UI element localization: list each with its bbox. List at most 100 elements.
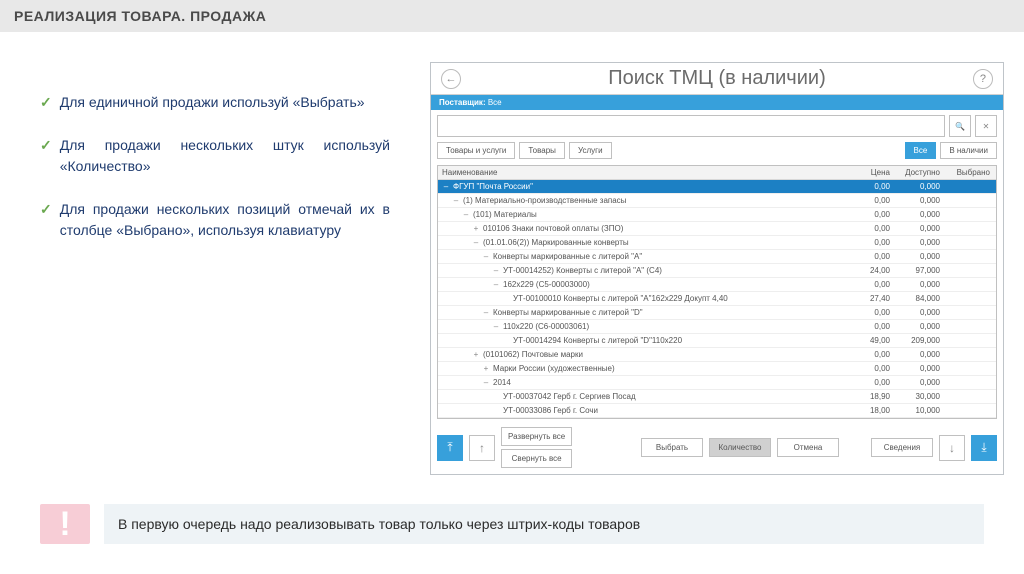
tree-toggle-icon[interactable]: – bbox=[492, 322, 500, 331]
supplier-bar: Поставщик: Все bbox=[431, 95, 1003, 110]
back-button[interactable]: ← bbox=[441, 69, 461, 89]
tree-toggle-icon[interactable]: – bbox=[442, 182, 450, 191]
check-icon: ✓ bbox=[40, 135, 52, 177]
row-available: 0,000 bbox=[896, 306, 946, 319]
row-name: ФГУП "Почта России" bbox=[453, 182, 533, 191]
check-icon: ✓ bbox=[40, 199, 52, 241]
row-price: 0,00 bbox=[846, 250, 896, 263]
nav-bottom-icon[interactable]: ⤓ bbox=[971, 435, 997, 461]
table-row[interactable]: –УТ-00014252) Конверты с литерой "A" (C4… bbox=[438, 264, 996, 278]
row-name: 162x229 (C5-00003000) bbox=[503, 280, 590, 289]
slide-title: РЕАЛИЗАЦИЯ ТОВАРА. ПРОДАЖА bbox=[0, 0, 1024, 32]
search-input[interactable] bbox=[437, 115, 945, 137]
tree-toggle-icon[interactable]: – bbox=[462, 210, 470, 219]
row-available: 0,000 bbox=[896, 194, 946, 207]
tree-toggle-icon[interactable]: – bbox=[472, 238, 480, 247]
quantity-button[interactable]: Количество bbox=[709, 438, 771, 457]
supplier-value: Все bbox=[488, 98, 502, 107]
row-available: 0,000 bbox=[896, 348, 946, 361]
nav-down-icon[interactable]: ↓ bbox=[939, 435, 965, 461]
table-row[interactable]: –162x229 (C5-00003000)0,000,000 bbox=[438, 278, 996, 292]
tab-services[interactable]: Услуги bbox=[569, 142, 612, 159]
row-available: 0,000 bbox=[896, 250, 946, 263]
table-row[interactable]: УТ-00037042 Герб г. Сергиев Посад18,9030… bbox=[438, 390, 996, 404]
row-selected bbox=[946, 320, 996, 333]
table-row[interactable]: +(0101062) Почтовые марки0,000,000 bbox=[438, 348, 996, 362]
row-name: Марки России (художественные) bbox=[493, 364, 615, 373]
table-row[interactable]: –(1) Материально-производственные запасы… bbox=[438, 194, 996, 208]
table-row[interactable]: УТ-00014294 Конверты с литерой "D"110x22… bbox=[438, 334, 996, 348]
table-row[interactable]: –ФГУП "Почта России" 0,000,000 bbox=[438, 180, 996, 194]
row-selected bbox=[946, 376, 996, 389]
row-selected bbox=[946, 250, 996, 263]
grid-body: –ФГУП "Почта России"0,000,000–(1) Матери… bbox=[438, 180, 996, 418]
tree-toggle-icon[interactable]: – bbox=[482, 252, 490, 261]
tree-toggle-icon[interactable]: + bbox=[472, 350, 480, 359]
grid-header: Наименование Цена Доступно Выбрано bbox=[438, 166, 996, 180]
table-row[interactable]: +Марки России (художественные)0,000,000 bbox=[438, 362, 996, 376]
nav-up-icon[interactable]: ↑ bbox=[469, 435, 495, 461]
tab-goods-services[interactable]: Товары и услуги bbox=[437, 142, 515, 159]
help-button[interactable]: ? bbox=[973, 69, 993, 89]
row-name: Конверты маркированные с литерой "D" bbox=[493, 308, 643, 317]
app-screenshot: ← Поиск ТМЦ (в наличии) ? Поставщик: Все… bbox=[430, 62, 1004, 475]
table-row[interactable]: –(01.01.06(2)) Маркированные конверты 0,0… bbox=[438, 236, 996, 250]
table-row[interactable]: УТ-00033086 Герб г. Сочи18,0010,000 bbox=[438, 404, 996, 418]
select-button[interactable]: Выбрать bbox=[641, 438, 703, 457]
table-row[interactable]: –Конверты маркированные с литерой "D" 0,0… bbox=[438, 306, 996, 320]
row-available: 0,000 bbox=[896, 320, 946, 333]
table-row[interactable]: –Конверты маркированные с литерой "A" 0,0… bbox=[438, 250, 996, 264]
table-row[interactable]: –110x220 (C6-00003061)0,000,000 bbox=[438, 320, 996, 334]
row-available: 30,000 bbox=[896, 390, 946, 403]
row-name: (01.01.06(2)) Маркированные конверты bbox=[483, 238, 629, 247]
table-row[interactable]: –20140,000,000 bbox=[438, 376, 996, 390]
tree-toggle-icon[interactable]: – bbox=[492, 280, 500, 289]
table-row[interactable]: УТ-00100010 Конверты с литерой "A"162x22… bbox=[438, 292, 996, 306]
cancel-button[interactable]: Отмена bbox=[777, 438, 839, 457]
bullet-item: ✓Для продажи нескольких позиций отмечай … bbox=[40, 199, 390, 241]
tree-toggle-icon[interactable]: + bbox=[482, 364, 490, 373]
row-available: 0,000 bbox=[896, 222, 946, 235]
row-price: 0,00 bbox=[846, 376, 896, 389]
tab-goods[interactable]: Товары bbox=[519, 142, 565, 159]
search-icon[interactable]: 🔍 bbox=[949, 115, 971, 137]
bullet-text: Для продажи нескольких позиций отмечай и… bbox=[60, 199, 390, 241]
row-selected bbox=[946, 222, 996, 235]
filter-all-button[interactable]: Все bbox=[905, 142, 937, 159]
row-price: 0,00 bbox=[846, 180, 896, 193]
row-price: 27,40 bbox=[846, 292, 896, 305]
data-grid: Наименование Цена Доступно Выбрано –ФГУП… bbox=[437, 165, 997, 419]
clear-icon[interactable]: ✕ bbox=[975, 115, 997, 137]
table-row[interactable]: +010106 Знаки почтовой оплаты (ЗПО) 0,000… bbox=[438, 222, 996, 236]
check-icon: ✓ bbox=[40, 92, 52, 113]
row-available: 0,000 bbox=[896, 180, 946, 193]
tree-toggle-icon[interactable]: – bbox=[492, 266, 500, 275]
row-name: Конверты маркированные с литерой "A" bbox=[493, 252, 642, 261]
tree-toggle-icon[interactable]: – bbox=[482, 308, 490, 317]
row-available: 0,000 bbox=[896, 236, 946, 249]
collapse-all-button[interactable]: Свернуть все bbox=[501, 449, 572, 468]
row-name: (0101062) Почтовые марки bbox=[483, 350, 583, 359]
filter-instock-button[interactable]: В наличии bbox=[940, 142, 997, 159]
note-text: В первую очередь надо реализовывать това… bbox=[104, 504, 984, 544]
nav-top-icon[interactable]: ⤒ bbox=[437, 435, 463, 461]
table-row[interactable]: –(101) Материалы0,000,000 bbox=[438, 208, 996, 222]
row-available: 0,000 bbox=[896, 278, 946, 291]
row-name: УТ-00033086 Герб г. Сочи bbox=[503, 406, 598, 415]
row-name: 110x220 (C6-00003061) bbox=[503, 322, 589, 331]
row-available: 97,000 bbox=[896, 264, 946, 277]
tree-toggle-icon[interactable]: + bbox=[472, 224, 480, 233]
col-available: Доступно bbox=[896, 166, 946, 179]
row-name: 010106 Знаки почтовой оплаты (ЗПО) bbox=[483, 224, 623, 233]
bullet-item: ✓Для продажи нескольких штук используй «… bbox=[40, 135, 390, 177]
row-selected bbox=[946, 278, 996, 291]
row-selected bbox=[946, 292, 996, 305]
row-price: 49,00 bbox=[846, 334, 896, 347]
tree-toggle-icon[interactable]: – bbox=[482, 378, 490, 387]
bullet-item: ✓Для единичной продажи используй «Выбрат… bbox=[40, 92, 390, 113]
details-button[interactable]: Сведения bbox=[871, 438, 933, 457]
row-price: 24,00 bbox=[846, 264, 896, 277]
row-available: 0,000 bbox=[896, 376, 946, 389]
tree-toggle-icon[interactable]: – bbox=[452, 196, 460, 205]
expand-all-button[interactable]: Развернуть все bbox=[501, 427, 572, 446]
